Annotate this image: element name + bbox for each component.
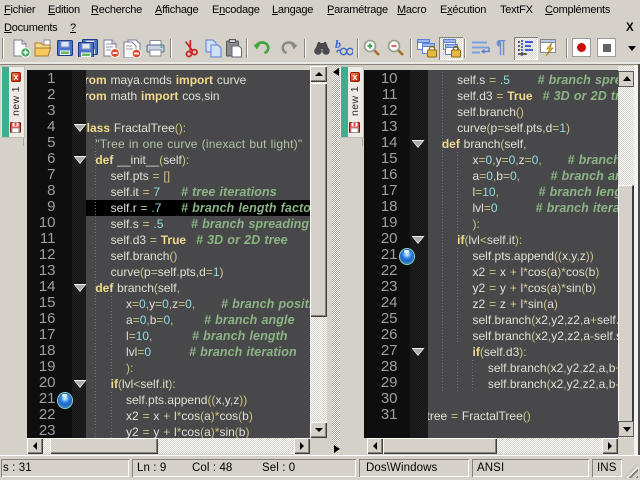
svg-text:b: b xyxy=(335,38,341,51)
